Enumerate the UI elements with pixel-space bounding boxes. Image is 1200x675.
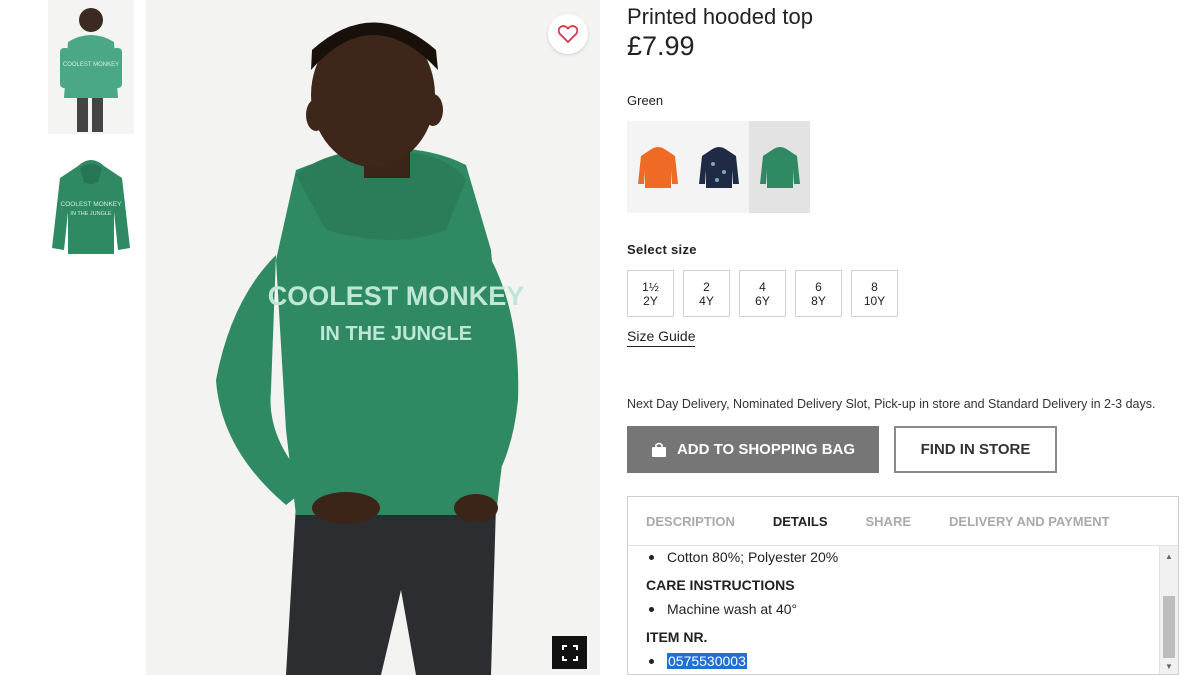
swatch-navy[interactable] — [688, 121, 749, 213]
delivery-info: Next Day Delivery, Nominated Delivery Sl… — [627, 397, 1156, 411]
hoodie-print-line2: IN THE JUNGLE — [320, 323, 472, 345]
composition-text: Cotton 80%; Polyester 20% — [667, 549, 839, 565]
tab-description[interactable]: DESCRIPTION — [646, 514, 735, 529]
navy-hoodie-icon — [698, 147, 739, 188]
info-tabs: DESCRIPTION DETAILS SHARE DELIVERY AND P… — [628, 497, 1178, 546]
size-option-line1: 4 — [759, 279, 766, 294]
item-number-value[interactable]: 0575530003 — [667, 653, 747, 669]
add-to-bag-label: ADD TO SHOPPING BAG — [676, 441, 856, 458]
size-guide-link[interactable]: Size Guide — [627, 328, 696, 347]
size-option-10y[interactable]: 8 10Y — [851, 270, 898, 317]
size-option-line2: 10Y — [863, 293, 886, 308]
hoodie-print-line1: COOLEST MONKEY — [268, 281, 525, 311]
selected-color-label: Green — [627, 93, 664, 108]
bullet-icon — [649, 554, 654, 560]
size-option-2y[interactable]: 1½ 2Y — [627, 270, 674, 317]
add-to-bag-button[interactable]: ADD TO SHOPPING BAG — [627, 426, 879, 473]
shopping-bag-icon — [651, 442, 666, 457]
list-item: Cotton 80%; Polyester 20% — [646, 546, 1160, 568]
care-item-text: Machine wash at 40° — [667, 601, 798, 617]
swatch-green[interactable] — [749, 121, 810, 213]
size-option-line2: 2Y — [643, 293, 658, 308]
svg-text:COOLEST MONKEY: COOLEST MONKEY — [63, 62, 119, 68]
fullscreen-icon — [561, 644, 578, 661]
size-option-8y[interactable]: 6 8Y — [795, 270, 842, 317]
bullet-icon — [649, 658, 654, 664]
size-option-line1: 2 — [703, 279, 710, 294]
tab-delivery-and-payment[interactable]: DELIVERY AND PAYMENT — [949, 514, 1110, 529]
thumbnail-flat[interactable]: COOLEST MONKEY IN THE JUNGLE — [48, 148, 134, 260]
svg-text:IN THE JUNGLE: IN THE JUNGLE — [70, 211, 111, 217]
size-option-6y[interactable]: 4 6Y — [739, 270, 786, 317]
care-instructions-heading: CARE INSTRUCTIONS — [646, 577, 795, 593]
thumbnail-model-image: COOLEST MONKEY — [48, 0, 134, 134]
select-size-label: Select size — [627, 242, 697, 257]
list-item: 0575530003 — [646, 650, 1160, 672]
product-price: £7.99 — [627, 31, 695, 61]
product-main-image[interactable]: COOLEST MONKEY IN THE JUNGLE — [146, 0, 600, 675]
bullet-icon — [649, 606, 654, 612]
size-option-line2: 6Y — [755, 293, 770, 308]
size-option-line1: 1½ — [642, 279, 659, 294]
swatch-orange[interactable] — [627, 121, 688, 213]
details-scrollbar[interactable]: ▲ ▼ — [1159, 546, 1178, 674]
scroll-up-icon[interactable]: ▲ — [1160, 548, 1178, 564]
size-option-4y[interactable]: 2 4Y — [683, 270, 730, 317]
item-number-heading: ITEM NR. — [646, 629, 708, 645]
thumbnail-model[interactable]: COOLEST MONKEY — [48, 0, 134, 134]
scrollbar-thumb[interactable] — [1163, 596, 1175, 658]
favorite-button[interactable] — [548, 14, 588, 54]
product-title: Printed hooded top — [627, 4, 813, 29]
tab-share[interactable]: SHARE — [866, 514, 912, 529]
find-in-store-button[interactable]: FIND IN STORE — [894, 426, 1057, 473]
size-option-line2: 8Y — [811, 293, 826, 308]
size-options: 1½ 2Y 2 4Y 4 6Y 6 8Y 8 10Y — [627, 270, 898, 317]
scroll-down-icon[interactable]: ▼ — [1160, 658, 1178, 674]
color-swatches — [627, 121, 810, 213]
details-content: Cotton 80%; Polyester 20% CARE INSTRUCTI… — [628, 546, 1160, 674]
svg-text:COOLEST MONKEY: COOLEST MONKEY — [61, 201, 123, 208]
list-item: Machine wash at 40° — [646, 598, 1160, 620]
orange-hoodie-icon — [637, 147, 678, 188]
product-photo: COOLEST MONKEY IN THE JUNGLE — [146, 0, 600, 675]
product-info-panel: DESCRIPTION DETAILS SHARE DELIVERY AND P… — [627, 496, 1179, 675]
tab-details[interactable]: DETAILS — [773, 514, 828, 529]
fullscreen-button[interactable] — [552, 636, 587, 669]
heart-icon — [558, 25, 578, 43]
green-hoodie-icon — [759, 147, 800, 188]
thumbnail-flat-image: COOLEST MONKEY IN THE JUNGLE — [52, 160, 130, 254]
size-option-line2: 4Y — [699, 293, 714, 308]
size-option-line1: 6 — [815, 279, 822, 294]
size-option-line1: 8 — [871, 279, 878, 294]
